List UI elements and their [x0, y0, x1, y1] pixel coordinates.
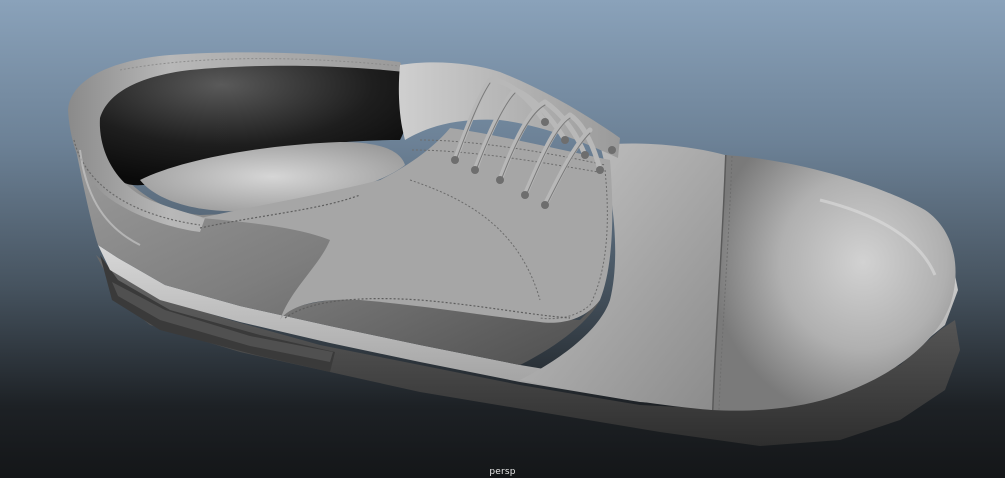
camera-label: persp	[489, 467, 516, 477]
3d-viewport[interactable]: persp	[0, 0, 1005, 478]
shoe-model[interactable]	[0, 0, 1005, 478]
